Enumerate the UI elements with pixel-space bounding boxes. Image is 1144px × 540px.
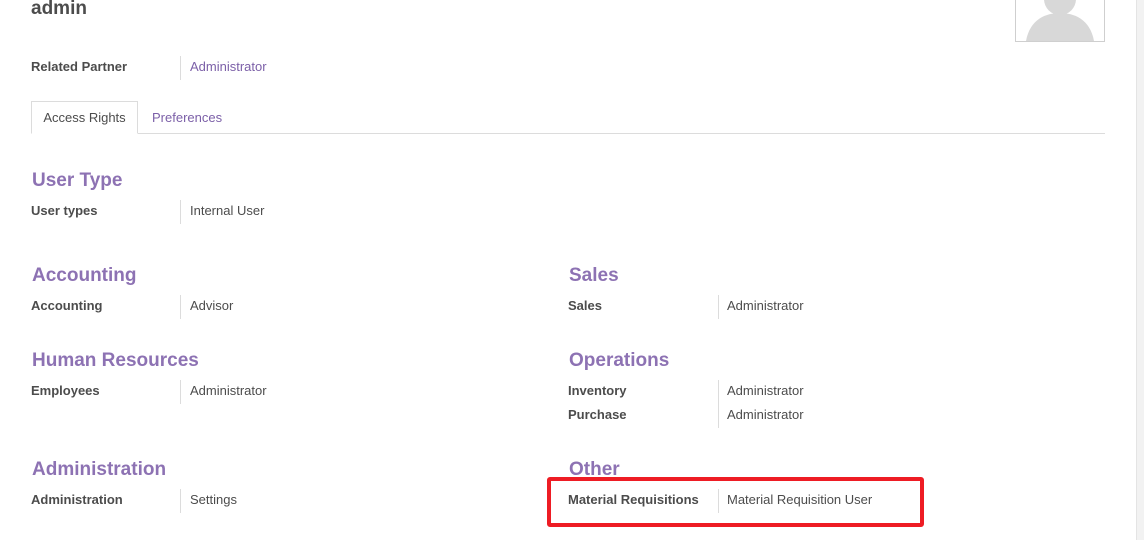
accounting-value[interactable]: Advisor bbox=[190, 298, 233, 313]
field-separator bbox=[180, 489, 181, 513]
tab-preferences[interactable]: Preferences bbox=[141, 101, 233, 134]
section-title-sales: Sales bbox=[569, 265, 619, 286]
employees-label: Employees bbox=[31, 383, 100, 398]
purchase-value[interactable]: Administrator bbox=[727, 407, 804, 422]
field-separator bbox=[718, 380, 719, 428]
inventory-label: Inventory bbox=[568, 383, 627, 398]
section-title-user-type: User Type bbox=[32, 170, 123, 191]
related-partner-link[interactable]: Administrator bbox=[190, 59, 267, 74]
field-separator bbox=[180, 56, 181, 80]
avatar[interactable] bbox=[1015, 0, 1105, 42]
inventory-value[interactable]: Administrator bbox=[727, 383, 804, 398]
user-name: admin bbox=[31, 0, 87, 19]
section-title-accounting: Accounting bbox=[32, 265, 137, 286]
accounting-label: Accounting bbox=[31, 298, 103, 313]
field-separator bbox=[718, 295, 719, 319]
avatar-placeholder-icon bbox=[1016, 0, 1104, 41]
highlight-box bbox=[547, 477, 924, 527]
purchase-label: Purchase bbox=[568, 407, 627, 422]
section-title-administration: Administration bbox=[32, 459, 167, 480]
section-title-human-resources: Human Resources bbox=[32, 350, 199, 371]
field-separator bbox=[180, 200, 181, 224]
scrollbar-track[interactable] bbox=[1136, 0, 1144, 540]
user-types-label: User types bbox=[31, 203, 98, 218]
field-separator bbox=[180, 380, 181, 404]
sales-label: Sales bbox=[568, 298, 602, 313]
user-types-value[interactable]: Internal User bbox=[190, 203, 264, 218]
section-title-operations: Operations bbox=[569, 350, 670, 371]
sales-value[interactable]: Administrator bbox=[727, 298, 804, 313]
related-partner-label: Related Partner bbox=[31, 59, 128, 74]
field-separator bbox=[180, 295, 181, 319]
tab-access-rights[interactable]: Access Rights bbox=[31, 101, 138, 134]
employees-value[interactable]: Administrator bbox=[190, 383, 267, 398]
administration-value[interactable]: Settings bbox=[190, 492, 237, 507]
administration-label: Administration bbox=[31, 492, 123, 507]
